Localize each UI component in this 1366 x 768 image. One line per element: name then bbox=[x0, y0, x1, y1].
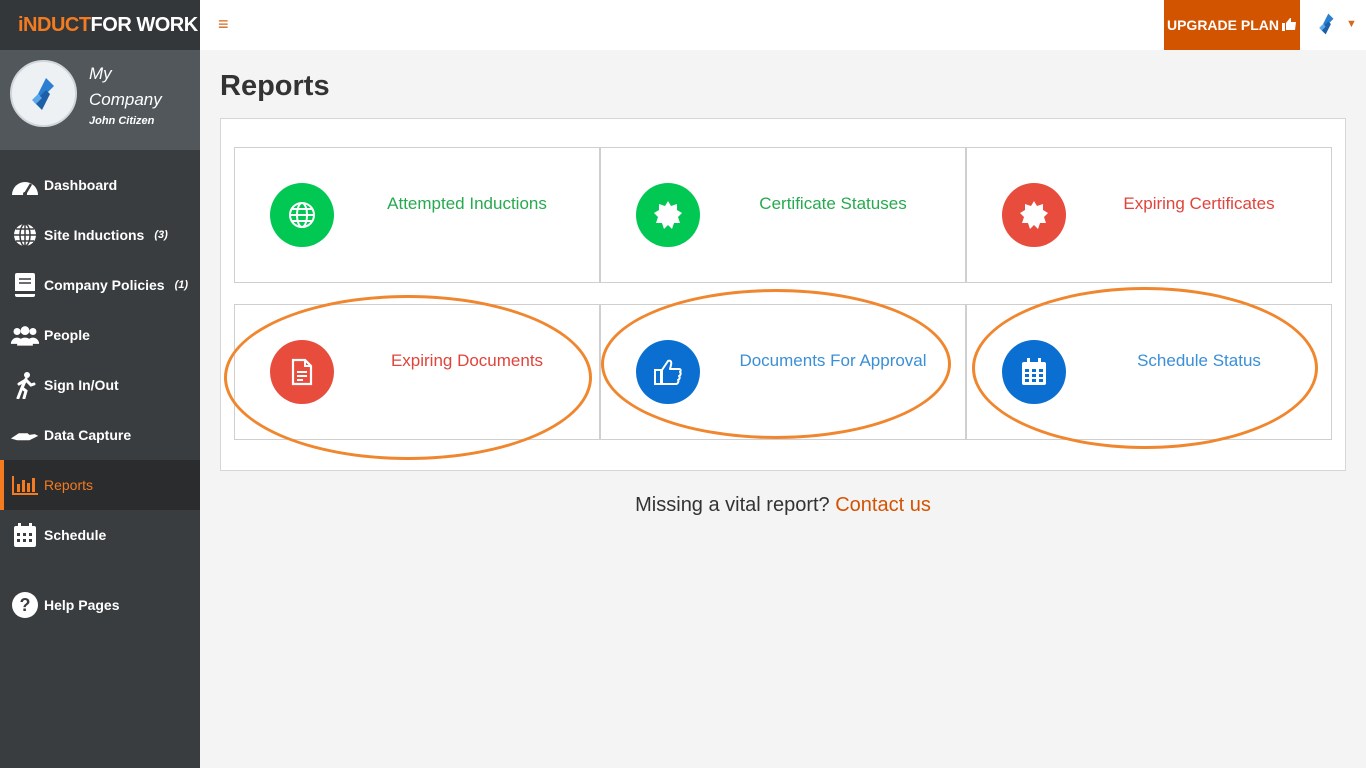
report-card-label: Schedule Status bbox=[1137, 351, 1261, 370]
sidebar-item-company-policies[interactable]: Company Policies (1) bbox=[0, 260, 200, 310]
brand-part-2: FOR WORK bbox=[90, 13, 199, 36]
report-card-label: Expiring Certificates bbox=[1123, 194, 1275, 213]
menu-toggle-icon[interactable]: ≡ bbox=[218, 14, 229, 35]
count-badge: (1) bbox=[174, 279, 189, 291]
sidebar-item-site-inductions[interactable]: Site Inductions (3) bbox=[0, 210, 200, 260]
report-card-schedule-status[interactable]: Schedule Status bbox=[966, 304, 1332, 440]
upgrade-plan-label: UPGRADE PLAN bbox=[1166, 17, 1279, 33]
user-menu[interactable]: ▼ bbox=[1314, 10, 1357, 38]
globe-icon bbox=[10, 220, 40, 250]
badge-icon bbox=[636, 183, 700, 247]
brand-logo[interactable]: iNDUCT FOR WORK bbox=[0, 0, 200, 50]
report-card-label: Certificate Statuses bbox=[759, 194, 907, 213]
report-card-attempted-inductions[interactable]: Attempted Inductions bbox=[234, 147, 600, 283]
bar-chart-icon bbox=[10, 470, 40, 500]
sidebar-item-label: Reports bbox=[44, 477, 94, 493]
sidebar-item-label: Data Capture bbox=[44, 427, 132, 443]
sidebar-item-label: Site Inductions bbox=[44, 227, 145, 243]
dashboard-icon bbox=[10, 170, 40, 200]
company-logo-icon bbox=[31, 77, 54, 110]
reports-panel: Attempted Inductions Certificate Statuse… bbox=[220, 118, 1346, 471]
svg-text:?: ? bbox=[20, 595, 31, 615]
chevron-down-icon: ▼ bbox=[1346, 18, 1357, 30]
document-icon bbox=[270, 340, 334, 404]
report-card-label: Documents For Approval bbox=[739, 351, 927, 370]
report-card-label: Expiring Documents bbox=[390, 351, 544, 370]
company-name: My Company bbox=[89, 64, 162, 109]
sidebar-item-label: People bbox=[44, 327, 90, 343]
sidebar-item-label: Sign In/Out bbox=[44, 377, 119, 393]
missing-report-text: Missing a vital report? bbox=[635, 494, 830, 516]
nav-spacer bbox=[0, 560, 200, 580]
calendar-icon bbox=[10, 520, 40, 550]
sidebar-item-reports[interactable]: Reports bbox=[0, 460, 200, 510]
sidebar-item-sign-in-out[interactable]: Sign In/Out bbox=[0, 360, 200, 410]
sidebar-item-label: Schedule bbox=[44, 527, 107, 543]
people-icon bbox=[10, 320, 40, 350]
report-card-documents-for-approval[interactable]: Documents For Approval bbox=[600, 304, 966, 440]
badge-icon bbox=[1002, 183, 1066, 247]
company-logo-icon bbox=[1319, 13, 1334, 35]
calendar-icon bbox=[1002, 340, 1066, 404]
report-card-label: Attempted Inductions bbox=[387, 194, 547, 213]
globe-icon bbox=[270, 183, 334, 247]
sidebar-item-dashboard[interactable]: Dashboard bbox=[0, 160, 200, 210]
report-card-certificate-statuses[interactable]: Certificate Statuses bbox=[600, 147, 966, 283]
sidebar-item-people[interactable]: People bbox=[0, 310, 200, 360]
missing-report-note: Missing a vital report? Contact us bbox=[200, 494, 1366, 517]
book-icon bbox=[10, 270, 40, 300]
sidebar-item-label: Dashboard bbox=[44, 177, 118, 193]
thumbs-up-icon bbox=[636, 340, 700, 404]
sidebar-item-data-capture[interactable]: Data Capture bbox=[0, 410, 200, 460]
page-title: Reports bbox=[220, 70, 330, 102]
user-name: John Citizen bbox=[89, 115, 155, 127]
top-bar: ≡ UPGRADE PLAN ▼ bbox=[200, 0, 1366, 50]
report-card-expiring-documents[interactable]: Expiring Documents bbox=[234, 304, 600, 440]
sidebar: iNDUCT FOR WORK My Company John Citizen D… bbox=[0, 0, 200, 768]
brand-part-1: iNDUCT bbox=[18, 13, 91, 36]
sidebar-item-label: Help Pages bbox=[44, 597, 120, 613]
contact-us-link[interactable]: Contact us bbox=[835, 494, 931, 516]
count-badge: (3) bbox=[154, 229, 168, 241]
sidebar-item-schedule[interactable]: Schedule bbox=[0, 510, 200, 560]
question-icon: ? bbox=[10, 590, 40, 620]
report-card-expiring-certificates[interactable]: Expiring Certificates bbox=[966, 147, 1332, 283]
walking-icon bbox=[10, 370, 40, 400]
hand-icon bbox=[10, 420, 40, 450]
sidebar-nav: Dashboard Site Inductions (3) Company Po… bbox=[0, 160, 200, 630]
sidebar-item-help-pages[interactable]: ? Help Pages bbox=[0, 580, 200, 630]
upgrade-plan-button[interactable]: UPGRADE PLAN bbox=[1164, 0, 1300, 50]
profile-panel: My Company John Citizen bbox=[0, 50, 200, 150]
company-avatar[interactable] bbox=[10, 60, 77, 127]
sidebar-item-label: Company Policies bbox=[44, 277, 165, 293]
thumbs-up-icon bbox=[1282, 17, 1297, 34]
